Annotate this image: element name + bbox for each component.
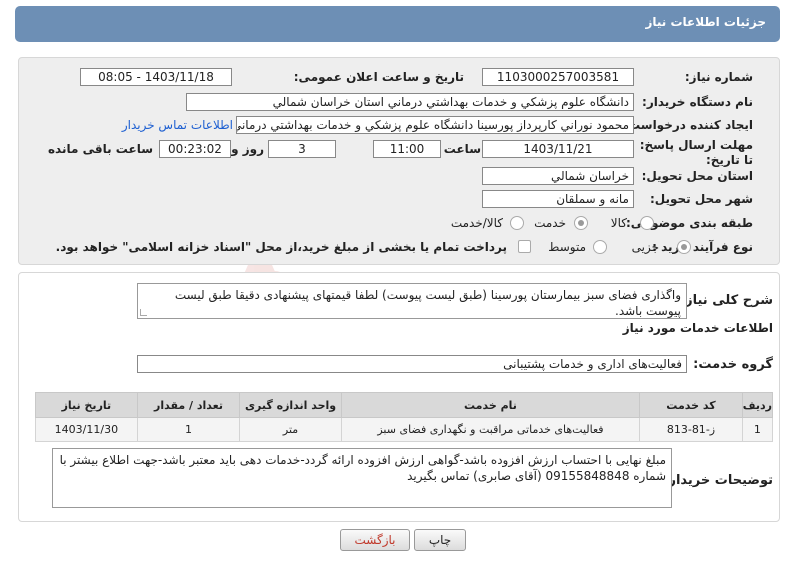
province-field: خراسان شمالي — [482, 167, 634, 185]
city-label: شهر محل تحویل: — [649, 192, 753, 206]
creator-label: ایجاد کننده درخواست: — [623, 118, 753, 132]
resize-handle[interactable] — [140, 309, 147, 316]
print-button[interactable]: چاپ — [414, 529, 466, 551]
category-radio-goods[interactable] — [640, 216, 654, 230]
category-radio-goods-service[interactable] — [510, 216, 524, 230]
buyer-org-field: دانشگاه علوم پزشکي و خدمات بهداشتي درمان… — [186, 93, 634, 111]
cell-service-name: فعالیت‌های خدماتی مراقبت و نگهداری فضای … — [340, 417, 641, 442]
page-title: جزئیات اطلاعات نیاز — [645, 15, 766, 29]
deadline-time-label: ساعت — [443, 142, 481, 156]
category-option-service: خدمت — [534, 216, 566, 230]
column-header-service-code: کد خدمت — [639, 392, 743, 418]
treasury-note: پرداخت تمام یا بخشی از مبلغ خرید،از محل … — [55, 240, 507, 254]
services-heading: اطلاعات خدمات مورد نیاز — [622, 321, 773, 335]
treasury-checkbox[interactable] — [518, 240, 531, 253]
cell-quantity: 1 — [136, 417, 241, 442]
announce-label: تاریخ و ساعت اعلان عمومی: — [293, 70, 464, 84]
category-option-goods-service: کالا/خدمت — [450, 216, 503, 230]
cell-unit: متر — [239, 417, 342, 442]
cell-service-code: ز-81-813 — [639, 417, 743, 442]
buyer-notes-textarea: مبلغ نهایی با احتساب ارزش افزوده باشد-گو… — [52, 448, 672, 508]
category-option-goods: کالا — [610, 216, 627, 230]
back-button[interactable]: بازگشت — [340, 529, 410, 551]
process-option-minor: جزیی — [631, 240, 659, 254]
days-label: روز و — [231, 142, 264, 156]
column-header-unit: واحد اندازه گیری — [239, 392, 342, 418]
process-label: نوع فرآیند خرید : — [652, 240, 753, 254]
cell-need-date: 1403/11/30 — [35, 417, 138, 442]
city-field: مانه و سملقان — [482, 190, 634, 208]
deadline-time-field: 11:00 — [373, 140, 441, 158]
buyer-contact-link[interactable]: اطلاعات تماس خریدار — [122, 118, 233, 132]
buyer-notes-label: توضیحات خریدار: — [663, 473, 773, 488]
services-table: ردیف کد خدمت نام خدمت واحد اندازه گیری ت… — [35, 392, 774, 442]
remaining-time-label: ساعت باقی مانده — [47, 142, 153, 156]
column-header-need-date: تاریخ نیاز — [35, 392, 138, 418]
process-option-medium: متوسط — [548, 240, 586, 254]
cell-row-number: 1 — [741, 417, 774, 442]
deadline-label: مهلت ارسال پاسخ: تا تاریخ: — [639, 138, 753, 167]
need-number-label: شماره نیاز: — [684, 70, 753, 84]
column-header-row-number: ردیف — [741, 392, 774, 418]
days-remaining-field: 3 — [268, 140, 336, 158]
service-group-field: فعالیت‌های اداری و خدمات پشتیبانی — [137, 355, 687, 373]
deadline-date-field: 1403/11/21 — [482, 140, 634, 158]
table-header-row: ردیف کد خدمت نام خدمت واحد اندازه گیری ت… — [35, 392, 774, 418]
announce-datetime-field: 1403/11/18 - 08:05 — [80, 68, 232, 86]
page-title-bar: جزئیات اطلاعات نیاز — [15, 6, 780, 42]
need-number-field: 1103000257003581 — [482, 68, 634, 86]
column-header-quantity: تعداد / مقدار — [136, 392, 241, 418]
buyer-notes-text: مبلغ نهایی با احتساب ارزش افزوده باشد-گو… — [59, 453, 666, 483]
creator-field: محمود نوراني کارپرداز پورسينا دانشگاه عل… — [236, 116, 634, 134]
column-header-service-name: نام خدمت — [340, 392, 641, 418]
process-radio-medium[interactable] — [593, 240, 607, 254]
summary-text: واگذاری فضای سبز بیمارستان پورسینا (طبق … — [174, 288, 681, 318]
remaining-time-field: 00:23:02 — [159, 140, 231, 158]
summary-textarea: واگذاری فضای سبز بیمارستان پورسینا (طبق … — [137, 283, 687, 319]
province-label: استان محل تحویل: — [641, 169, 753, 183]
table-row: 1 ز-81-813 فعالیت‌های خدماتی مراقبت و نگ… — [35, 417, 774, 442]
summary-label: شرح کلی نیاز: — [679, 293, 773, 308]
service-group-label: گروه خدمت: — [693, 357, 773, 372]
process-radio-minor[interactable] — [677, 240, 691, 254]
buyer-label: نام دستگاه خریدار: — [642, 95, 753, 109]
category-radio-service[interactable] — [574, 216, 588, 230]
